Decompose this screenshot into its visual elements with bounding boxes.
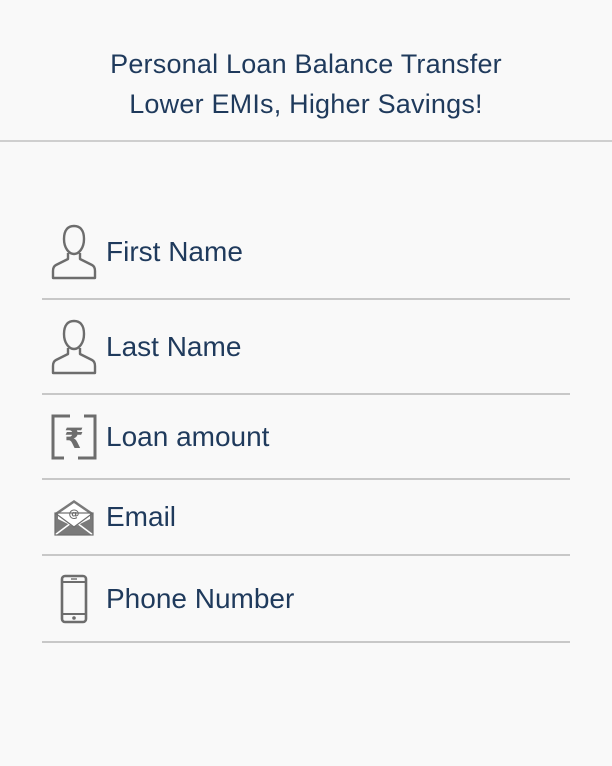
rupee-icon: ₹ bbox=[42, 413, 106, 461]
user-icon bbox=[42, 223, 106, 281]
loan-amount-label: Loan amount bbox=[106, 420, 270, 452]
first-name-field[interactable]: First Name bbox=[42, 205, 570, 300]
last-name-label: Last Name bbox=[106, 330, 242, 362]
phone-number-field[interactable]: Phone Number bbox=[42, 556, 570, 643]
first-name-label: First Name bbox=[106, 235, 243, 267]
lead-form: First Name Last Name ₹ Loan amount @ Ema… bbox=[42, 205, 570, 643]
page-header: Personal Loan Balance Transfer Lower EMI… bbox=[0, 0, 612, 142]
email-field[interactable]: @ Email bbox=[42, 480, 570, 556]
at-symbol: @ bbox=[69, 507, 80, 520]
last-name-field[interactable]: Last Name bbox=[42, 300, 570, 395]
user-icon bbox=[42, 318, 106, 376]
rupee-symbol: ₹ bbox=[64, 422, 83, 455]
phone-number-label: Phone Number bbox=[106, 582, 295, 614]
email-icon: @ bbox=[42, 497, 106, 537]
header-subtitle: Lower EMIs, Higher Savings! bbox=[129, 89, 483, 119]
email-label: Email bbox=[106, 501, 177, 532]
loan-amount-field[interactable]: ₹ Loan amount bbox=[42, 395, 570, 480]
phone-icon bbox=[42, 574, 106, 624]
header-title: Personal Loan Balance Transfer bbox=[110, 49, 502, 79]
